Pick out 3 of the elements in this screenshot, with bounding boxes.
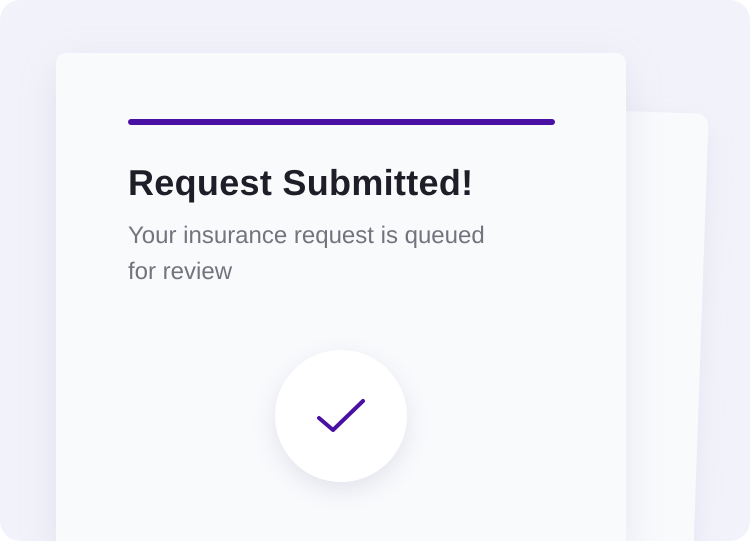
subtitle: Your insurance request is queued for review [128, 221, 486, 288]
checkmark-icon [316, 398, 366, 434]
title: Request Submitted! [128, 161, 474, 204]
